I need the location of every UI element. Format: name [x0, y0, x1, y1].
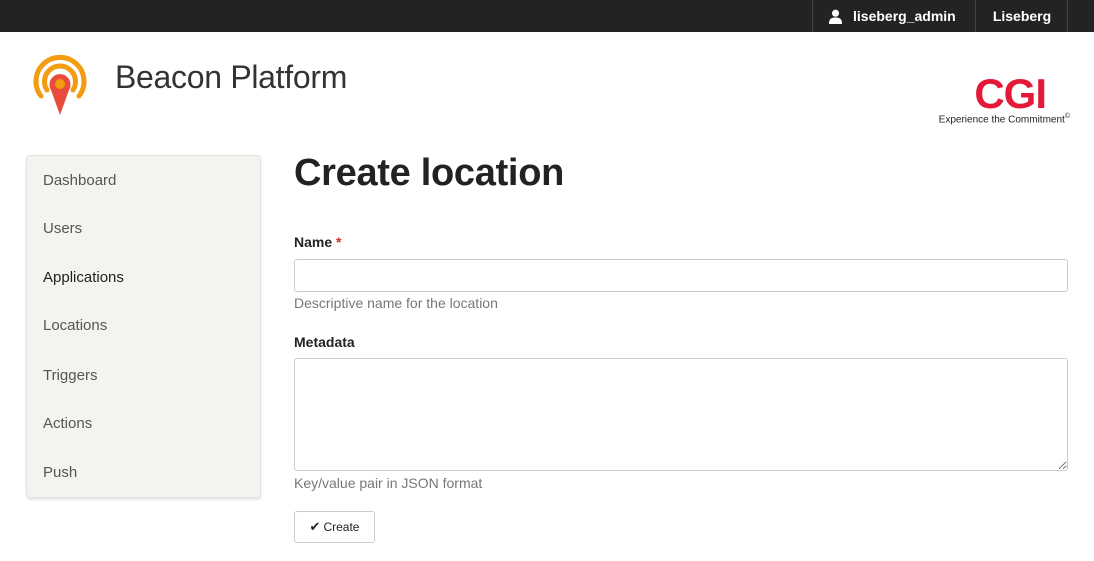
sidebar-item-actions[interactable]: Actions: [43, 415, 92, 432]
beacon-location-icon[interactable]: [25, 49, 95, 119]
name-help-text: Descriptive name for the location: [294, 295, 498, 311]
sidebar-item-triggers[interactable]: Triggers: [43, 367, 97, 384]
page-title: Create location: [294, 152, 565, 194]
sidebar-item-applications[interactable]: Applications: [43, 269, 124, 286]
checkmark-icon: ✔: [309, 519, 321, 534]
create-button-label: Create: [323, 520, 360, 534]
brand-title[interactable]: Beacon Platform: [115, 59, 347, 96]
sidebar-item-push[interactable]: Push: [43, 464, 77, 481]
user-icon: [828, 9, 843, 24]
metadata-label: Metadata: [294, 334, 355, 350]
sidebar-item-dashboard[interactable]: Dashboard: [43, 172, 116, 189]
name-input[interactable]: [294, 259, 1068, 292]
user-menu[interactable]: liseberg_admin: [812, 0, 976, 32]
cgi-logo: CGI Experience the Commitment©: [939, 70, 1070, 126]
metadata-help-text: Key/value pair in JSON format: [294, 475, 483, 491]
tenant-link[interactable]: Liseberg: [977, 0, 1068, 32]
required-marker: *: [336, 234, 342, 250]
cgi-logo-text: CGI: [974, 70, 1047, 117]
top-navbar: liseberg_admin Liseberg: [0, 0, 1094, 32]
copyright-mark: ©: [1064, 113, 1070, 120]
username-label: liseberg_admin: [853, 8, 956, 24]
sidebar-nav: Dashboard Users Applications Locations T…: [26, 155, 261, 498]
sidebar-item-locations[interactable]: Locations: [43, 317, 107, 334]
name-label: Name *: [294, 234, 342, 250]
create-button[interactable]: ✔ Create: [294, 511, 375, 543]
cgi-tagline: Experience the Commitment©: [938, 113, 1070, 126]
metadata-textarea[interactable]: [294, 358, 1068, 471]
sidebar-item-users[interactable]: Users: [43, 220, 82, 237]
